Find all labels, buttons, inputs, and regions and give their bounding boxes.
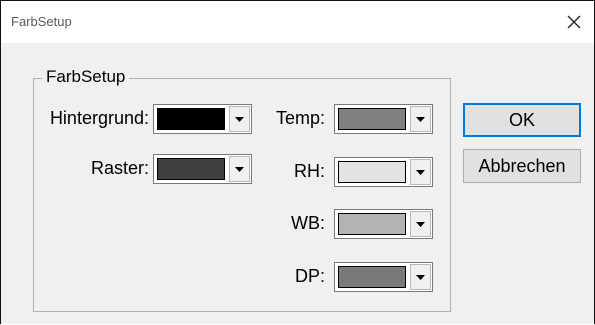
chevron-down-icon[interactable] bbox=[410, 264, 431, 290]
title-bar: FarbSetup bbox=[1, 1, 594, 43]
dialog-window: FarbSetup FarbSetup Hintergrund: Raster:… bbox=[0, 0, 595, 324]
rh-label: RH: bbox=[294, 161, 325, 181]
hintergrund-label: Hintergrund: bbox=[49, 108, 149, 128]
wb-swatch bbox=[338, 213, 406, 235]
wb-color-combo[interactable] bbox=[334, 209, 433, 239]
rh-swatch bbox=[338, 161, 406, 183]
chevron-down-icon[interactable] bbox=[229, 106, 250, 132]
raster-swatch bbox=[157, 158, 225, 180]
close-icon[interactable] bbox=[554, 1, 594, 43]
raster-label: Raster: bbox=[90, 158, 149, 178]
temp-color-combo[interactable] bbox=[334, 104, 433, 134]
hintergrund-color-combo[interactable] bbox=[153, 104, 252, 134]
hintergrund-swatch bbox=[157, 108, 225, 130]
window-title: FarbSetup bbox=[11, 14, 72, 29]
rh-color-combo[interactable] bbox=[334, 157, 433, 187]
ok-button[interactable]: OK bbox=[463, 103, 581, 137]
chevron-down-icon[interactable] bbox=[410, 159, 431, 185]
wb-label: WB: bbox=[291, 213, 325, 233]
chevron-down-icon[interactable] bbox=[229, 156, 250, 182]
temp-label: Temp: bbox=[275, 108, 325, 128]
cancel-button[interactable]: Abbrechen bbox=[463, 149, 581, 183]
chevron-down-icon[interactable] bbox=[410, 211, 431, 237]
dp-label: DP: bbox=[294, 266, 325, 286]
group-label: FarbSetup bbox=[42, 67, 130, 87]
dp-swatch bbox=[338, 266, 406, 288]
raster-color-combo[interactable] bbox=[153, 154, 252, 184]
chevron-down-icon[interactable] bbox=[410, 106, 431, 132]
temp-swatch bbox=[338, 108, 406, 130]
dp-color-combo[interactable] bbox=[334, 262, 433, 292]
